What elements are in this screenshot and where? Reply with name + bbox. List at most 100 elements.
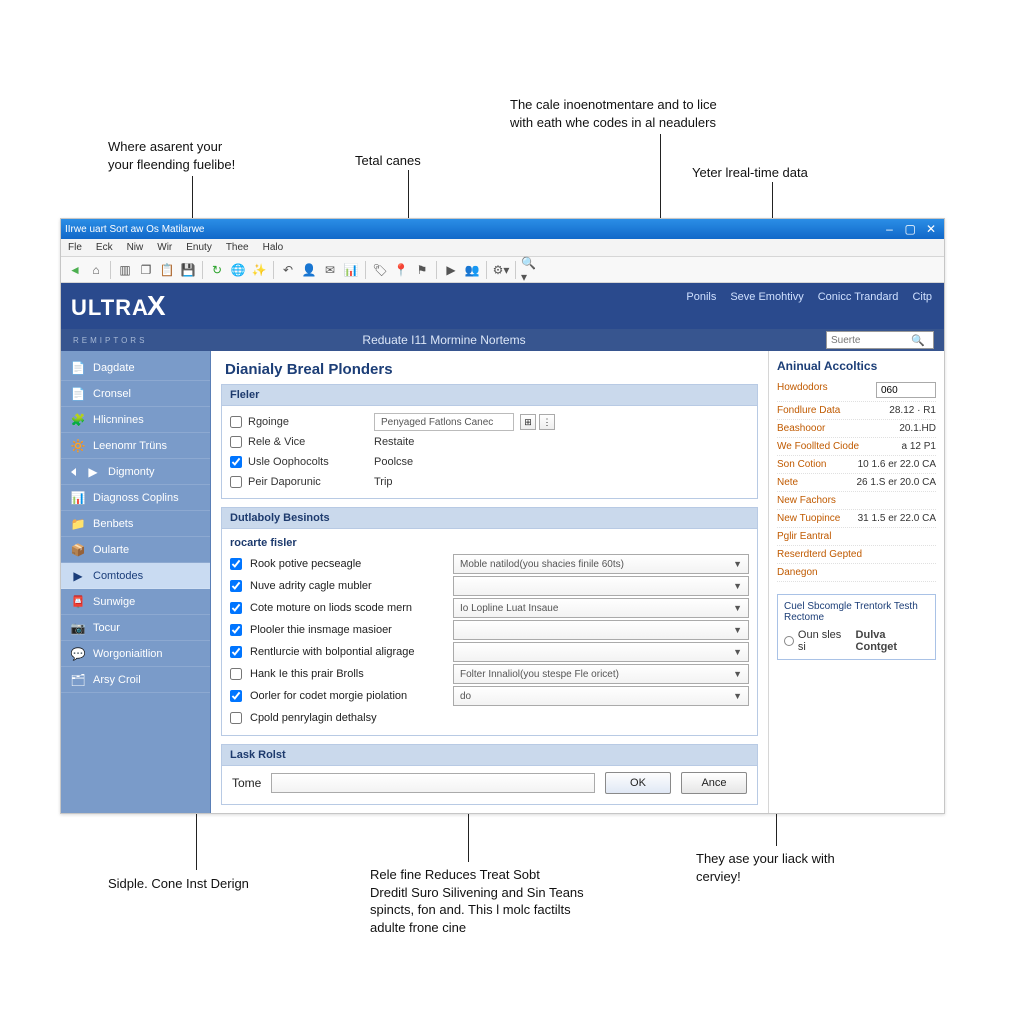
sidebar-item-6[interactable]: 📁Benbets [61, 511, 210, 537]
menu-edit[interactable]: Eck [89, 242, 120, 253]
brand-links: Ponils Seve Emohtivy Conicc Trandard Cit… [686, 291, 932, 303]
filter-checkbox[interactable] [230, 476, 242, 488]
maximize-button[interactable]: ▢ [901, 222, 919, 236]
option-checkbox[interactable] [230, 712, 242, 724]
sidebar-item-2[interactable]: 🧩Hlicnnines [61, 407, 210, 433]
filter-checkbox[interactable] [230, 436, 242, 448]
radio-icon [784, 636, 794, 646]
sidebar-item-0[interactable]: 📄Dagdate [61, 355, 210, 381]
menu-file[interactable]: Fle [61, 242, 89, 253]
stat-value: 10 1.6 er 22.0 CA [858, 459, 936, 470]
stat-input[interactable] [876, 382, 936, 398]
menu-enuty[interactable]: Enuty [179, 242, 219, 253]
play-icon[interactable]: ▶ [441, 260, 461, 280]
detail-subhead: rocarte fisler [230, 535, 749, 553]
ok-button[interactable]: OK [605, 772, 671, 794]
sidebar-label: Digmonty [108, 466, 154, 478]
refresh-icon[interactable]: ↻ [207, 260, 227, 280]
option-dropdown[interactable]: do ▼ [453, 686, 749, 706]
option-dropdown[interactable]: ▼ [453, 620, 749, 640]
menu-help[interactable]: Halo [256, 242, 291, 253]
mini-button[interactable]: ⊞ [520, 414, 536, 430]
ance-button[interactable]: Ance [681, 772, 747, 794]
detail-panel: Dutlaboly Besinots rocarte fisler Rook p… [221, 507, 758, 736]
group-icon[interactable]: 👥 [462, 260, 482, 280]
filter-checkbox[interactable] [230, 456, 242, 468]
stat-row: New Fachors [777, 492, 936, 510]
sidebar-label: Cronsel [93, 388, 131, 400]
sidebar-item-5[interactable]: 📊Diagnoss Coplins [61, 485, 210, 511]
option-dropdown[interactable]: ▼ [453, 576, 749, 596]
option-dropdown[interactable]: Io Lopline Luat Insaue▼ [453, 598, 749, 618]
option-label: Hank Ie this prair Brolls [250, 668, 445, 680]
dropdown-value: do [460, 691, 471, 702]
mini-button[interactable]: ⋮ [539, 414, 555, 430]
filter-label: Rele & Vice [248, 436, 368, 448]
menu-thee[interactable]: Thee [219, 242, 256, 253]
sidebar-icon: ▶ [71, 569, 85, 583]
option-dropdown[interactable]: Folter Innaliol(you stespe Fle oricet)▼ [453, 664, 749, 684]
sidebar-label: Leenomr Trüns [93, 440, 167, 452]
sidebar-item-9[interactable]: 📮Sunwige [61, 589, 210, 615]
search-go-icon[interactable]: 🔍 [911, 334, 925, 347]
menu-new[interactable]: Niw [120, 242, 151, 253]
search-input[interactable] [831, 335, 911, 346]
stat-row: New Tuopince31 1.5 er 22.0 CA [777, 510, 936, 528]
brand-link-0[interactable]: Ponils [686, 291, 716, 303]
pin-icon[interactable]: 📍 [391, 260, 411, 280]
option-dropdown[interactable]: ▼ [453, 642, 749, 662]
back-icon[interactable]: ◄ [65, 260, 85, 280]
minimize-button[interactable]: – [880, 222, 898, 236]
chevron-down-icon: ▼ [733, 647, 742, 657]
copy-icon[interactable]: ❐ [136, 260, 156, 280]
tag-icon[interactable]: 🏷 [370, 260, 390, 280]
filter-checkbox[interactable] [230, 416, 242, 428]
sidebar-item-8[interactable]: ▶Comtodes [61, 563, 210, 589]
option-row: Cpold penrylagin dethalsy [230, 707, 749, 729]
paste-icon[interactable]: 📋 [157, 260, 177, 280]
detail-panel-header: Dutlaboly Besinots [222, 508, 757, 529]
sidebar-item-1[interactable]: 📄Cronsel [61, 381, 210, 407]
sidebar-item-11[interactable]: 💬Worgoniaitlion [61, 641, 210, 667]
option-checkbox[interactable] [230, 668, 242, 680]
chart-icon[interactable]: 📊 [341, 260, 361, 280]
filter-input[interactable]: Penyaged Fatlons Canec [374, 413, 514, 431]
stat-key: Fondlure Data [777, 405, 840, 416]
sidebar-item-12[interactable]: 🗂Arsy Croil [61, 667, 210, 693]
option-checkbox[interactable] [230, 624, 242, 636]
tools-icon[interactable]: ✨ [249, 260, 269, 280]
close-button[interactable]: ✕ [922, 222, 940, 236]
option-checkbox[interactable] [230, 646, 242, 658]
undo-icon[interactable]: ↶ [278, 260, 298, 280]
globe-icon[interactable]: 🌐 [228, 260, 248, 280]
menu-wir[interactable]: Wir [150, 242, 179, 253]
save-icon[interactable]: 💾 [178, 260, 198, 280]
brand-link-3[interactable]: Citp [912, 291, 932, 303]
promo-action[interactable]: Oun sles si Dulva Contget [784, 629, 929, 653]
user-icon[interactable]: 👤 [299, 260, 319, 280]
search-box[interactable]: 🔍 [826, 331, 934, 349]
search-icon[interactable]: 🔍▾ [520, 260, 540, 280]
option-checkbox[interactable] [230, 580, 242, 592]
option-checkbox[interactable] [230, 602, 242, 614]
settings-icon[interactable]: ⚙▾ [491, 260, 511, 280]
sidebar-item-3[interactable]: 🔆Leenomr Trüns [61, 433, 210, 459]
chevron-down-icon: ▼ [733, 691, 742, 701]
right-column: Aninual Accoltics HowdodorsFondlure Data… [769, 351, 944, 813]
flag-icon[interactable]: ⚑ [412, 260, 432, 280]
doc-icon[interactable]: ▥ [115, 260, 135, 280]
brand-bar: ULTRA X Ponils Seve Emohtivy Conicc Tran… [61, 283, 944, 329]
lask-input[interactable] [271, 773, 595, 793]
brand-link-2[interactable]: Conicc Trandard [818, 291, 899, 303]
sidebar-item-10[interactable]: 📷Tocur [61, 615, 210, 641]
option-row: Plooler thie insmage masioer▼ [230, 619, 749, 641]
sidebar-item-7[interactable]: 📦Oularte [61, 537, 210, 563]
option-checkbox[interactable] [230, 690, 242, 702]
sidebar-label: Dagdate [93, 362, 135, 374]
mail-icon[interactable]: ✉ [320, 260, 340, 280]
option-checkbox[interactable] [230, 558, 242, 570]
sidebar-item-4[interactable]: ▶Digmonty [61, 459, 210, 485]
brand-link-1[interactable]: Seve Emohtivy [730, 291, 803, 303]
home-icon[interactable]: ⌂ [86, 260, 106, 280]
option-dropdown[interactable]: Moble natilod(you shacies finile 60ts)▼ [453, 554, 749, 574]
